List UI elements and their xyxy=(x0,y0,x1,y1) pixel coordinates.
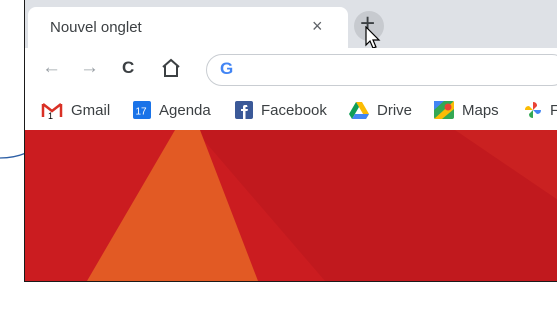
bookmark-agenda[interactable]: 17 Agenda xyxy=(133,100,211,120)
tab-strip: Nouvel onglet × + xyxy=(25,0,557,49)
tab-new-tab[interactable]: Nouvel onglet × xyxy=(28,7,348,48)
bookmark-facebook[interactable]: Facebook xyxy=(235,100,327,120)
bookmark-label: F xyxy=(550,102,557,119)
svg-text:17: 17 xyxy=(136,107,148,118)
reload-icon[interactable]: C xyxy=(122,58,134,78)
facebook-icon xyxy=(235,101,253,119)
bookmark-photos[interactable]: F xyxy=(524,100,557,120)
mouse-pointer-icon xyxy=(365,26,381,49)
back-icon[interactable]: ← xyxy=(42,57,61,79)
google-icon: G xyxy=(220,59,234,78)
calendar-icon: 17 xyxy=(133,101,151,119)
drive-icon xyxy=(349,101,369,119)
photos-icon xyxy=(524,101,542,119)
bookmarks-bar: 1 Gmail 17 Agenda Facebook Drive Maps xyxy=(25,90,557,130)
new-tab-page-background xyxy=(25,130,557,281)
address-bar[interactable]: G xyxy=(206,54,557,86)
bookmark-gmail[interactable]: 1 Gmail xyxy=(41,100,110,120)
forward-icon[interactable]: → xyxy=(80,57,99,79)
bookmark-maps[interactable]: Maps xyxy=(434,100,499,120)
bookmark-label: Agenda xyxy=(159,101,211,119)
home-icon[interactable] xyxy=(160,58,182,78)
tab-title: Nouvel onglet xyxy=(50,19,142,36)
bookmark-label: Maps xyxy=(462,101,499,119)
gmail-icon: 1 xyxy=(41,101,63,119)
background-artwork xyxy=(25,130,557,281)
bookmark-label: Gmail xyxy=(71,101,111,119)
svg-text:1: 1 xyxy=(48,111,53,119)
bookmark-drive[interactable]: Drive xyxy=(349,100,412,120)
bookmark-label: Facebook xyxy=(261,101,327,119)
maps-icon xyxy=(434,101,454,119)
bookmark-label: Drive xyxy=(377,101,413,119)
toolbar: ← → C G xyxy=(25,48,557,90)
browser-window: Nouvel onglet × + ← → C G 1 Gmail 17 Age… xyxy=(24,0,557,282)
close-icon[interactable]: × xyxy=(312,16,323,37)
